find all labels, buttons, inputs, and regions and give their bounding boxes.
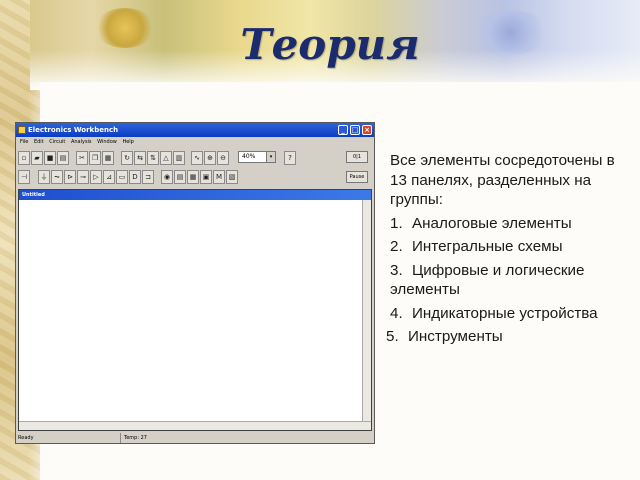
list-item: 4. Индикаторные устройства — [390, 304, 620, 324]
lead-paragraph: Все элементы сосредоточены в 13 панелях,… — [390, 152, 615, 208]
print-icon[interactable]: ▤ — [57, 151, 69, 165]
list-item: 5. Инструменты — [386, 327, 620, 347]
list-item: 2. Интегральные схемы — [390, 237, 620, 257]
instruments-bin-icon[interactable]: ▣ — [200, 170, 212, 184]
controls-bin-icon[interactable]: ▤ — [174, 170, 186, 184]
list-item-text: Индикаторные устройства — [412, 304, 598, 322]
copy-icon[interactable]: ❐ — [89, 151, 101, 165]
list-item: 3. Цифровые и логические элементы — [390, 261, 620, 300]
list-item: 1. Аналоговые элементы — [390, 214, 620, 234]
basic-bin-icon[interactable]: ⏦ — [51, 170, 63, 184]
favorites-bin-icon[interactable]: ⊣ — [18, 170, 30, 184]
list-item-number: 3. — [390, 261, 403, 279]
flip-vertical-icon[interactable]: ⇅ — [147, 151, 159, 165]
digital-ics-bin-icon[interactable]: ▭ — [116, 170, 128, 184]
list-item-text: Интегральные схемы — [412, 238, 563, 255]
menu-edit[interactable]: Edit — [34, 137, 44, 147]
menu-window[interactable]: Window — [97, 137, 117, 147]
list-item-number: 2. — [390, 238, 403, 255]
paste-icon[interactable]: ▦ — [102, 151, 114, 165]
cut-icon[interactable]: ✂ — [76, 151, 88, 165]
app-icon — [18, 126, 26, 134]
digital-bin-icon[interactable]: ⊐ — [142, 170, 154, 184]
chevron-down-icon[interactable]: ▾ — [266, 152, 275, 162]
app-title: Electronics Workbench — [28, 126, 119, 134]
close-icon[interactable]: × — [362, 125, 372, 135]
logic-gates-bin-icon[interactable]: D — [129, 170, 141, 184]
list-item-number: 1. — [390, 214, 403, 232]
slide-content: Все элементы сосредоточены в 13 панелях,… — [386, 151, 620, 347]
graph-icon[interactable]: ∿ — [191, 151, 203, 165]
list-item-text: Аналоговые элементы — [412, 214, 572, 232]
horizontal-scrollbar[interactable] — [19, 421, 371, 430]
models-bin-icon[interactable]: M — [213, 170, 225, 184]
create-subcircuit-icon[interactable]: ▥ — [173, 151, 185, 165]
circuit-window[interactable]: Untitled — [18, 189, 372, 431]
list-item-text: Цифровые и логические элементы — [390, 261, 585, 299]
rotate-icon[interactable]: ↻ — [121, 151, 133, 165]
recent-bin-icon[interactable]: ▧ — [226, 170, 238, 184]
app-titlebar: Electronics Workbench _ □ × — [16, 123, 374, 137]
maximize-icon[interactable]: □ — [350, 125, 360, 135]
status-bar: Ready Temp: 27 — [16, 433, 374, 443]
standard-toolbar: ▫ ▰ ■ ▤ ✂ ❐ ▦ ↻ ⇆ ⇅ △ ▥ ∿ ⊕ ⊖ 40% ▾ ? 0|… — [16, 149, 374, 167]
transistors-bin-icon[interactable]: ⊸ — [77, 170, 89, 184]
menu-circuit[interactable]: Circuit — [49, 137, 65, 147]
analog-ics-bin-icon[interactable]: ▷ — [90, 170, 102, 184]
zoom-out-icon[interactable]: ⊖ — [217, 151, 229, 165]
status-temperature: Temp: 27 — [120, 433, 147, 443]
app-menubar: File Edit Circuit Analysis Window Help — [16, 137, 374, 147]
menu-help[interactable]: Help — [122, 137, 133, 147]
sources-bin-icon[interactable]: ⏚ — [38, 170, 50, 184]
zoom-in-icon[interactable]: ⊕ — [204, 151, 216, 165]
status-ready: Ready — [18, 435, 34, 441]
list-item-number: 4. — [390, 304, 403, 322]
diodes-bin-icon[interactable]: ⊳ — [64, 170, 76, 184]
pause-button[interactable]: Pause — [346, 171, 368, 183]
indicators-bin-icon[interactable]: ◉ — [161, 170, 173, 184]
list-item-number: 5. — [386, 328, 399, 345]
save-icon[interactable]: ■ — [44, 151, 56, 165]
new-file-icon[interactable]: ▫ — [18, 151, 30, 165]
circuit-window-title: Untitled — [19, 190, 371, 200]
flip-horizontal-icon[interactable]: ⇆ — [134, 151, 146, 165]
vertical-scrollbar[interactable] — [362, 200, 371, 422]
mixed-ics-bin-icon[interactable]: ⊿ — [103, 170, 115, 184]
power-switch-icon[interactable]: 0|1 — [346, 151, 368, 163]
app-window-screenshot: Electronics Workbench _ □ × File Edit Ci… — [15, 122, 375, 444]
parts-bin-toolbar: ⊣ ⏚ ⏦ ⊳ ⊸ ▷ ⊿ ▭ D ⊐ ◉ ▤ ▦ ▣ M ▧ Pause — [16, 169, 374, 187]
zoom-value: 40% — [242, 153, 256, 160]
menu-file[interactable]: File — [20, 137, 28, 147]
component-properties-icon[interactable]: △ — [160, 151, 172, 165]
help-icon[interactable]: ? — [284, 151, 296, 165]
zoom-select[interactable]: 40% ▾ — [238, 151, 276, 163]
menu-analysis[interactable]: Analysis — [71, 137, 92, 147]
slide-title: Теория — [240, 20, 420, 69]
minimize-icon[interactable]: _ — [338, 125, 348, 135]
miscellaneous-bin-icon[interactable]: ▦ — [187, 170, 199, 184]
open-folder-icon[interactable]: ▰ — [31, 151, 43, 165]
list-item-text: Инструменты — [408, 328, 503, 345]
